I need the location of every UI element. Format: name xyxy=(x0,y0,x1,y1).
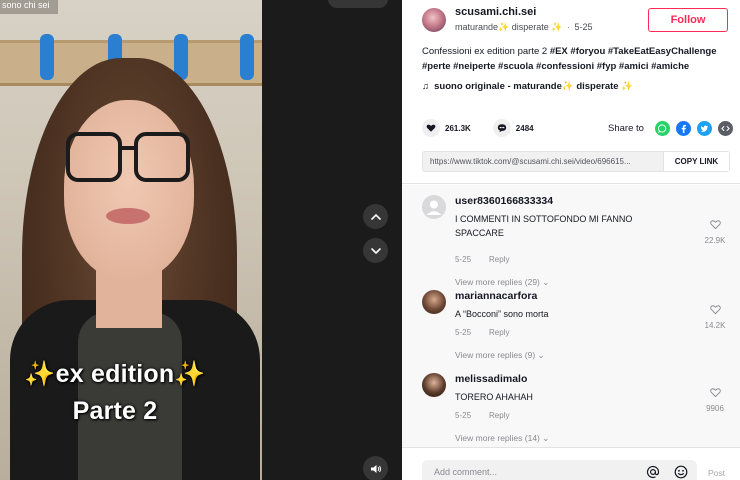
comment-like-button[interactable]: 14.2K xyxy=(702,302,728,330)
comment-like-count: 14.2K xyxy=(704,321,726,330)
reply-button[interactable]: Reply xyxy=(489,411,509,420)
comment-text: A “Bocconi” sono morta xyxy=(455,309,549,319)
share-link-url[interactable]: https://www.tiktok.com/@scusami.chi.sei/… xyxy=(423,152,663,171)
comment-icon xyxy=(497,124,506,133)
comment-text: I COMMENTI IN SOTTOFONDO MI FANNO SPACCA… xyxy=(455,214,633,238)
comment-item: melissadimalo TORERO AHAHAH 5-25 Reply 99… xyxy=(402,373,740,448)
like-count: 261.3K xyxy=(445,123,471,133)
video-subject-face xyxy=(64,100,194,280)
comment-like-count: 22.9K xyxy=(704,236,726,245)
music-title: suono originale - maturande✨ disperate ✨ xyxy=(434,81,634,92)
share-twitter-button[interactable] xyxy=(696,120,712,136)
comment-meta: 5-25 Reply xyxy=(455,328,509,337)
commenter-username[interactable]: mariannacarfora xyxy=(455,290,537,302)
comment-item: mariannacarfora A “Bocconi” sono morta 5… xyxy=(402,290,740,365)
video-overlay-text: sono chi sei xyxy=(0,0,58,14)
separator: · xyxy=(566,22,570,32)
video-subject-glasses xyxy=(66,132,192,188)
comment-like-count: 9906 xyxy=(706,404,724,413)
commenter-avatar[interactable] xyxy=(422,290,446,314)
comment-meta: 5-25 Reply xyxy=(455,411,509,420)
previous-video-button[interactable] xyxy=(363,204,388,229)
video-caption-line-1: ✨ex edition✨ xyxy=(24,360,206,388)
commenter-username[interactable]: user8360166833334 xyxy=(455,195,553,207)
comment-count: 2484 xyxy=(515,123,534,133)
heart-outline-icon xyxy=(709,388,721,398)
comment-composer: Post xyxy=(402,447,740,480)
author-username[interactable]: scusami.chi.sei xyxy=(455,6,536,18)
next-video-button[interactable] xyxy=(363,238,388,263)
comment-like-button[interactable]: 22.9K xyxy=(702,217,728,245)
comment-meta: 5-25 Reply xyxy=(455,255,509,264)
share-label: Share to xyxy=(608,122,644,134)
video-background-hook xyxy=(40,34,54,80)
follow-button[interactable]: Follow xyxy=(648,8,728,32)
share-facebook-button[interactable] xyxy=(675,120,691,136)
default-avatar-icon xyxy=(426,200,442,215)
reply-button[interactable]: Reply xyxy=(489,255,509,264)
share-whatsapp-button[interactable] xyxy=(654,120,670,136)
commenter-username[interactable]: melissadimalo xyxy=(455,373,527,385)
share-row: Share to xyxy=(608,118,733,138)
heart-icon xyxy=(426,124,436,132)
description-text: Confessioni ex edition parte 2 xyxy=(422,46,550,57)
comment-date: 5-25 xyxy=(455,328,472,337)
video-subject-shirt xyxy=(78,312,182,480)
like-button[interactable] xyxy=(422,119,440,137)
facebook-icon xyxy=(681,124,686,133)
comment-date: 5-25 xyxy=(455,411,472,420)
comment-text: TORERO AHAHAH xyxy=(455,392,533,402)
at-icon[interactable] xyxy=(646,465,660,479)
author-subline: maturande✨ disperate ✨ · 5-25 xyxy=(455,22,593,33)
heart-outline-icon xyxy=(709,220,721,230)
view-more-replies-label: View more replies (14) xyxy=(455,433,540,443)
embed-button[interactable] xyxy=(717,120,733,136)
share-link-box: https://www.tiktok.com/@scusami.chi.sei/… xyxy=(422,151,730,172)
chevron-up-icon xyxy=(370,213,381,220)
copy-link-button[interactable]: COPY LINK xyxy=(663,152,729,171)
author-avatar[interactable] xyxy=(422,8,446,32)
comment-button[interactable] xyxy=(492,119,511,137)
comment-like-button[interactable]: 9906 xyxy=(702,385,728,413)
music-note-icon: ♫ xyxy=(422,81,430,92)
view-more-replies[interactable]: View more replies (14) ⌄ xyxy=(455,433,549,444)
chevron-down-icon: ⌄ xyxy=(542,433,550,443)
author-nickname: maturande✨ disperate ✨ xyxy=(455,22,563,32)
reply-button[interactable]: Reply xyxy=(489,328,509,337)
post-comment-button[interactable]: Post xyxy=(708,468,725,478)
video-caption-line-2: Parte 2 xyxy=(72,397,158,425)
post-date: 5-25 xyxy=(574,22,593,32)
commenter-avatar[interactable] xyxy=(422,195,446,219)
view-more-replies[interactable]: View more replies (9) ⌄ xyxy=(455,350,545,361)
twitter-icon xyxy=(700,125,709,132)
chevron-down-icon: ⌄ xyxy=(537,350,545,360)
volume-button[interactable] xyxy=(363,456,388,480)
music-link[interactable]: ♫ suono originale - maturande✨ disperate … xyxy=(422,81,633,92)
post-header: scusami.chi.sei maturande✨ disperate ✨ ·… xyxy=(402,0,740,184)
view-more-replies[interactable]: View more replies (29) ⌄ xyxy=(455,277,549,288)
volume-icon xyxy=(370,464,381,473)
video-background-hook xyxy=(240,34,254,80)
embed-icon xyxy=(721,125,730,131)
comment-date: 5-25 xyxy=(455,255,472,264)
comment-input-box[interactable] xyxy=(422,460,697,480)
whatsapp-icon xyxy=(657,123,667,133)
chevron-down-icon xyxy=(370,247,381,254)
report-pill[interactable] xyxy=(328,0,388,8)
comment-input[interactable] xyxy=(422,460,622,480)
chevron-down-icon: ⌄ xyxy=(542,277,550,287)
post-description: Confessioni ex edition parte 2 #EX #fory… xyxy=(422,44,732,74)
comment-list[interactable]: user8360166833334 I COMMENTI IN SOTTOFON… xyxy=(402,185,740,447)
comment-item: user8360166833334 I COMMENTI IN SOTTOFON… xyxy=(402,195,740,288)
view-more-replies-label: View more replies (29) xyxy=(455,277,540,287)
video-frame: sono chi sei ✨ex edition✨ Parte 2 xyxy=(0,0,262,480)
view-more-replies-label: View more replies (9) xyxy=(455,350,536,360)
video-details-panel: scusami.chi.sei maturande✨ disperate ✨ ·… xyxy=(402,0,740,480)
engagement-stats: 261.3K 2484 xyxy=(422,118,534,138)
commenter-avatar[interactable] xyxy=(422,373,446,397)
video-subject-lips xyxy=(106,208,150,224)
heart-outline-icon xyxy=(709,305,721,315)
emoji-icon[interactable] xyxy=(674,465,688,479)
video-player[interactable]: sono chi sei ✨ex edition✨ Parte 2 xyxy=(0,0,402,480)
